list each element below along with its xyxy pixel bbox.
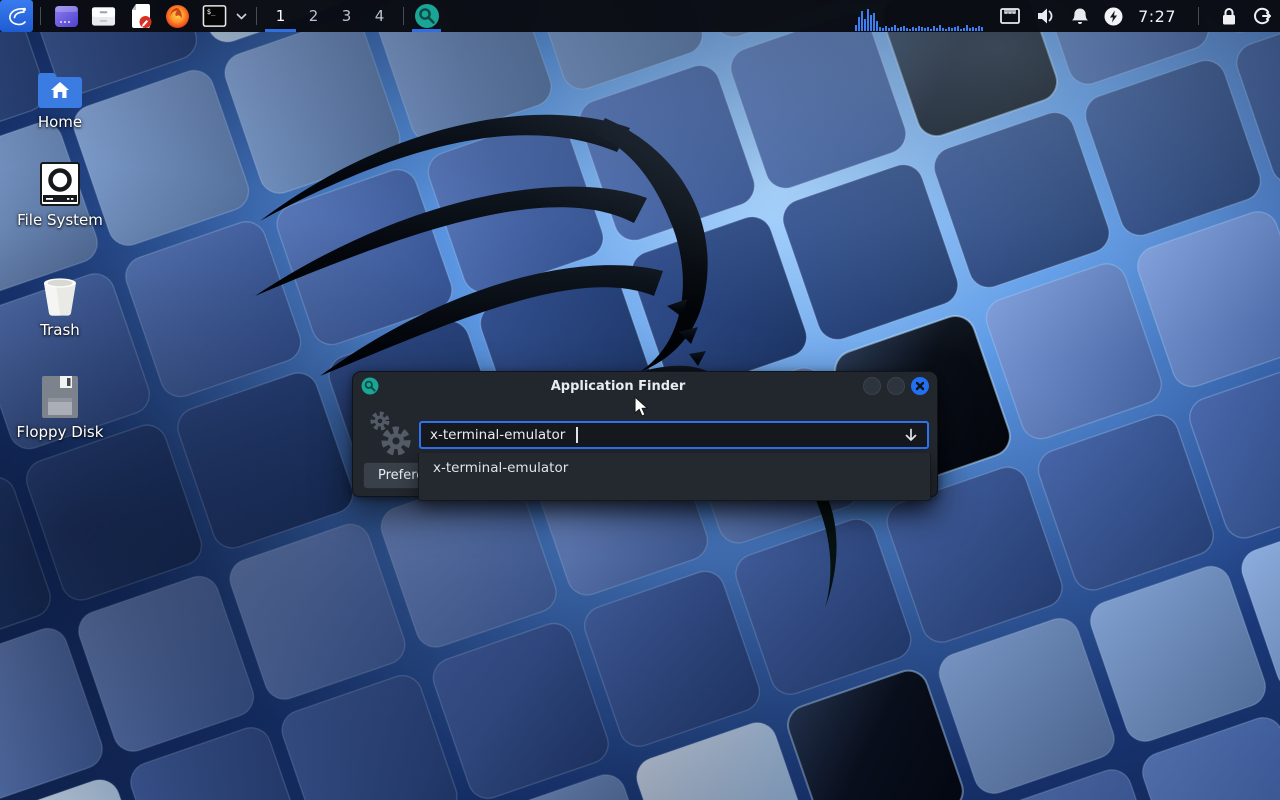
- window-manager-icon: [54, 4, 79, 29]
- search-query-text: x-terminal-emulator: [430, 427, 565, 443]
- mouse-cursor: [634, 396, 650, 418]
- desktop-icon-label: File System: [0, 211, 120, 229]
- top-panel: $_ 1 2 3 4: [0, 0, 1280, 32]
- home-folder-icon: [0, 60, 120, 108]
- panel-separator: [40, 7, 41, 25]
- preferences-button[interactable]: Preferences: [363, 462, 421, 489]
- maximize-button[interactable]: [887, 377, 905, 395]
- launcher-dropdown[interactable]: [233, 0, 249, 32]
- workspace-4[interactable]: 4: [363, 0, 396, 32]
- window-icon-search: [361, 377, 379, 395]
- active-workspace-indicator: [265, 29, 296, 32]
- desktop-icon-floppy-disk[interactable]: Floppy Disk: [0, 370, 120, 441]
- minimize-button[interactable]: [863, 377, 881, 395]
- desktop-icon-label: Trash: [0, 321, 120, 339]
- clock[interactable]: 7:27: [1138, 7, 1176, 26]
- completion-item[interactable]: x-terminal-emulator: [419, 453, 930, 483]
- desktop-icon-label: Home: [0, 113, 120, 131]
- search-icon: [414, 3, 440, 29]
- svg-text:$_: $_: [207, 7, 216, 16]
- application-finder-taskbar-button[interactable]: [411, 0, 442, 32]
- launcher-firefox[interactable]: [165, 0, 190, 32]
- logout-icon[interactable]: [1252, 6, 1272, 26]
- terminal-icon: $_: [202, 4, 227, 28]
- preferences-label: Preferences: [378, 468, 421, 483]
- workspace-label: 2: [309, 7, 319, 25]
- desktop: Home File System Trash: [0, 0, 1280, 800]
- workspace-3[interactable]: 3: [330, 0, 363, 32]
- panel-separator: [403, 7, 404, 25]
- cpu-graph-widget[interactable]: [855, 1, 984, 31]
- active-window-indicator: [412, 29, 441, 32]
- workspace-label: 1: [276, 7, 286, 25]
- workspace-2[interactable]: 2: [297, 0, 330, 32]
- application-finder-window: Application Finder x-terminal-emu: [352, 371, 938, 497]
- power-manager-icon[interactable]: [1104, 7, 1123, 26]
- desktop-icon-file-system[interactable]: File System: [0, 158, 120, 229]
- desktop-icon-label: Floppy Disk: [0, 423, 120, 441]
- gears-icon: [367, 408, 415, 460]
- desktop-icon-trash[interactable]: Trash: [0, 268, 120, 339]
- kali-menu-button[interactable]: [0, 0, 33, 32]
- file-system-drive-icon: [0, 158, 120, 206]
- close-button[interactable]: [911, 377, 929, 395]
- volume-icon[interactable]: [1036, 7, 1056, 25]
- file-manager-icon: [91, 4, 116, 28]
- chevron-down-icon: [236, 13, 247, 20]
- close-icon: [912, 378, 928, 394]
- window-title: Application Finder: [379, 379, 857, 394]
- kali-dragon-silhouette: [255, 56, 875, 616]
- workspace-1[interactable]: 1: [264, 0, 297, 32]
- firefox-icon: [165, 4, 190, 29]
- launcher-window-manager[interactable]: [54, 0, 79, 32]
- panel-separator: [1198, 7, 1199, 25]
- lock-icon[interactable]: [1221, 7, 1237, 26]
- workspace-label: 3: [342, 7, 352, 25]
- kali-logo-icon: [5, 4, 29, 28]
- launcher-file-manager[interactable]: [91, 0, 116, 32]
- completion-dropdown: x-terminal-emulator: [418, 453, 931, 501]
- notifications-bell-icon[interactable]: [1071, 7, 1089, 26]
- search-input[interactable]: x-terminal-emulator: [419, 421, 929, 449]
- text-editor-icon: [129, 3, 153, 29]
- ethernet-icon[interactable]: [999, 7, 1021, 25]
- text-caret: [576, 427, 578, 443]
- trash-bin-icon: [0, 268, 120, 316]
- dropdown-arrow-icon[interactable]: [904, 428, 918, 443]
- launcher-terminal[interactable]: $_: [202, 0, 227, 32]
- floppy-disk-icon: [0, 370, 120, 418]
- desktop-icon-home[interactable]: Home: [0, 60, 120, 131]
- workspace-label: 4: [375, 7, 385, 25]
- launcher-text-editor[interactable]: [128, 0, 153, 32]
- panel-separator: [256, 7, 257, 25]
